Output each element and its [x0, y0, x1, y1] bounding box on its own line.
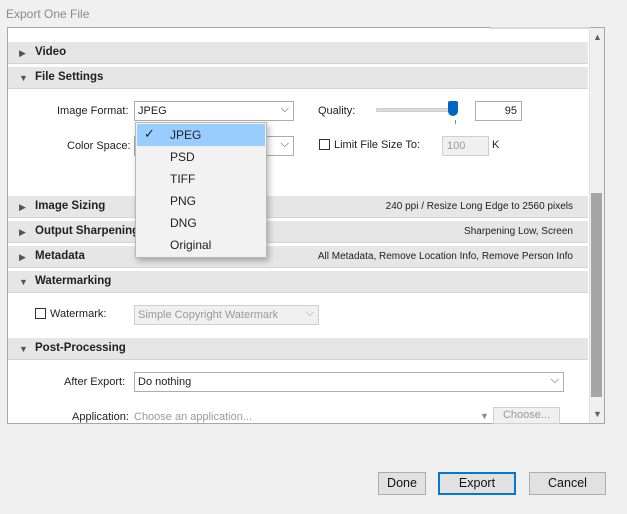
chevron-down-icon: ⌵ — [280, 103, 289, 115]
done-button[interactable]: Done — [378, 472, 426, 495]
after-export-select[interactable]: Do nothing ⌵ — [134, 372, 564, 392]
image-format-label: Image Format: — [57, 105, 129, 117]
section-title: Video — [35, 46, 67, 58]
section-title: Post-Processing — [35, 342, 126, 354]
menu-item-jpeg[interactable]: ✓ JPEG — [137, 124, 265, 146]
section-title: Watermarking — [35, 275, 112, 287]
limit-size-checkbox[interactable] — [319, 139, 330, 150]
section-title: Output Sharpening — [35, 225, 140, 237]
image-format-menu: ✓ JPEG PSD TIFF PNG DNG Original — [135, 122, 267, 258]
triangle-down-icon: ▼ — [19, 73, 28, 83]
triangle-down-icon: ▼ — [19, 344, 28, 354]
menu-item-label: Original — [170, 238, 212, 252]
limit-size-unit: K — [492, 139, 500, 151]
triangle-down-icon: ▼ — [19, 277, 28, 287]
section-summary: All Metadata, Remove Location Info, Remo… — [317, 251, 573, 262]
section-summary: Sharpening Low, Screen — [464, 226, 573, 237]
menu-item-label: JPEG — [170, 128, 202, 142]
menu-item-label: DNG — [170, 216, 197, 230]
cancel-button[interactable]: Cancel — [529, 472, 606, 495]
after-export-label: After Export: — [64, 376, 126, 388]
quality-slider-thumb[interactable] — [448, 101, 458, 116]
triangle-right-icon: ▶ — [19, 252, 26, 262]
chevron-down-icon: ⌵ — [550, 374, 559, 386]
menu-item-label: PNG — [170, 194, 197, 208]
section-output-sharpening-header[interactable]: ▶ Output Sharpening Sharpening Low, Scre… — [8, 221, 588, 243]
quality-slider-track[interactable] — [376, 108, 456, 112]
scrollbar-thumb[interactable] — [591, 193, 602, 397]
panel-top-remnant — [490, 27, 590, 29]
application-dropdown-icon[interactable]: ▼ — [480, 411, 489, 421]
menu-item-tiff[interactable]: TIFF — [137, 168, 265, 190]
watermark-select[interactable]: Simple Copyright Watermark ⌵ — [134, 305, 319, 325]
limit-size-label: Limit File Size To: — [334, 139, 420, 151]
section-metadata-header[interactable]: ▶ Metadata All Metadata, Remove Location… — [8, 246, 588, 268]
quality-slider-tick — [455, 120, 456, 124]
scroll-up-icon[interactable]: ▲ — [593, 32, 602, 42]
limit-size-input[interactable]: 100 — [442, 136, 489, 156]
export-button[interactable]: Export — [438, 472, 516, 495]
section-watermarking-header[interactable]: ▼ Watermarking — [8, 271, 588, 293]
application-field[interactable]: Choose an application... — [134, 411, 252, 423]
menu-item-psd[interactable]: PSD — [137, 146, 265, 168]
chevron-down-icon: ⌵ — [305, 307, 314, 319]
image-format-select[interactable]: JPEG ⌵ — [134, 101, 294, 121]
watermark-checkbox[interactable] — [35, 308, 46, 319]
color-space-label: Color Space: — [67, 140, 131, 152]
application-label: Application: — [72, 411, 129, 423]
choose-application-button[interactable]: Choose... — [493, 407, 560, 424]
section-post-processing-header[interactable]: ▼ Post-Processing — [8, 338, 588, 360]
quality-label: Quality: — [318, 105, 356, 117]
watermark-label: Watermark: — [50, 308, 107, 320]
section-title: Metadata — [35, 250, 85, 262]
scroll-down-icon[interactable]: ▼ — [593, 409, 602, 419]
menu-item-dng[interactable]: DNG — [137, 212, 265, 234]
section-video-header[interactable]: ▶ Video — [8, 42, 588, 64]
menu-item-png[interactable]: PNG — [137, 190, 265, 212]
quality-input[interactable]: 95 — [475, 101, 522, 121]
triangle-right-icon: ▶ — [19, 48, 26, 58]
chevron-down-icon: ⌵ — [280, 138, 289, 150]
after-export-value: Do nothing — [138, 376, 192, 388]
triangle-right-icon: ▶ — [19, 202, 26, 212]
image-format-value: JPEG — [138, 105, 167, 117]
section-file-settings-header[interactable]: ▼ File Settings — [8, 67, 588, 89]
checkmark-icon: ✓ — [144, 126, 155, 141]
section-image-sizing-header[interactable]: ▶ Image Sizing 240 ppi / Resize Long Edg… — [8, 196, 588, 218]
section-title: File Settings — [35, 71, 104, 83]
menu-item-label: PSD — [170, 150, 195, 164]
menu-item-original[interactable]: Original — [137, 234, 265, 256]
menu-item-label: TIFF — [170, 172, 196, 186]
section-title: Image Sizing — [35, 200, 106, 212]
section-summary: 240 ppi / Resize Long Edge to 2560 pixel… — [385, 201, 573, 212]
window-title: Export One File — [6, 7, 90, 21]
watermark-value: Simple Copyright Watermark — [138, 309, 279, 321]
triangle-right-icon: ▶ — [19, 227, 26, 237]
